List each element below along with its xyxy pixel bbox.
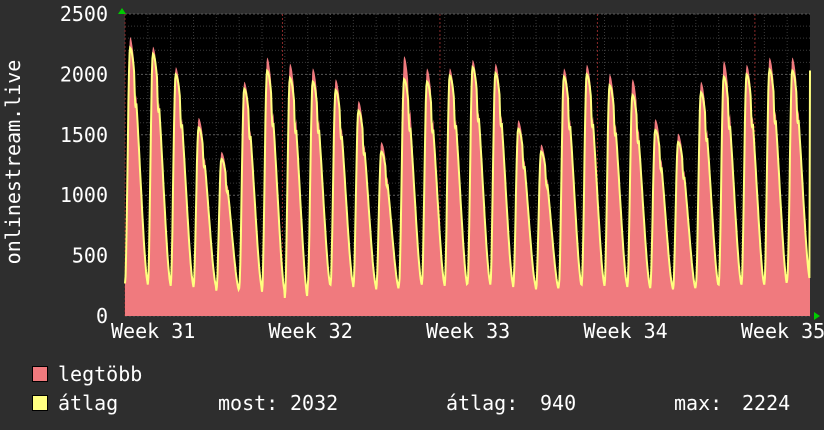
x-axis-ticks: Week 31 Week 32 Week 33 Week 34 Week 35 [111,319,824,343]
y-tick-label: 500 [72,244,108,268]
x-tick-label: Week 35 [741,319,824,343]
stat-avg-value: 940 [540,391,577,415]
y-axis-arrow [118,8,126,14]
x-tick-label: Week 32 [268,319,352,343]
stat-max-value: 2224 [742,391,791,415]
y-tick-label: 2500 [60,2,108,26]
legend-swatch-max [32,366,48,382]
y-axis-label: onlinestream.live [1,60,25,265]
stat-now-label: most: [218,391,279,415]
x-tick-label: Week 34 [583,319,667,343]
legend-label-avg: átlag [58,391,119,415]
y-tick-label: 1500 [60,123,108,147]
stat-avg-label: átlag: [446,391,519,415]
y-tick-label: 1000 [60,183,108,207]
y-axis-ticks: 0 500 1000 1500 2000 2500 [60,2,108,328]
x-tick-label: Week 33 [426,319,510,343]
legend-label-max: legtöbb [58,362,143,386]
stat-now-value: 2032 [290,391,339,415]
legend-swatch-avg [32,395,48,411]
y-tick-label: 2000 [60,62,108,86]
x-tick-label: Week 31 [111,319,195,343]
y-tick-label: 0 [96,304,108,328]
stat-max-label: max: [674,391,723,415]
